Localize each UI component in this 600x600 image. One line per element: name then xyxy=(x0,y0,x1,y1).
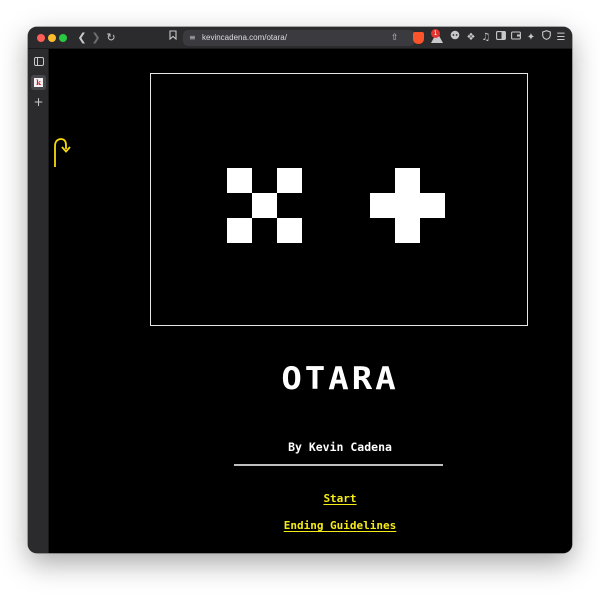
close-window-button[interactable] xyxy=(37,34,45,42)
address-bar[interactable]: ≡ kevincadena.com/otara/ ⇧ xyxy=(183,30,415,46)
favicon-icon: k xyxy=(34,78,43,87)
rewards-badge: 1 xyxy=(431,29,440,38)
browser-toolbar: ❮ ❯ ↻ ≡ kevincadena.com/otara/ ⇧ 1 ❖ ♫ ✦… xyxy=(28,27,572,49)
page-content: OTARA By Kevin Cadena Start Ending Guide… xyxy=(50,49,572,553)
divider xyxy=(234,464,443,466)
tune-icon[interactable]: ≡ xyxy=(189,30,196,46)
page-title: OTARA xyxy=(281,360,399,398)
vertical-tab-sidebar: k + xyxy=(28,49,49,553)
wallet-icon[interactable] xyxy=(509,30,523,46)
ending-guidelines-link[interactable]: Ending Guidelines xyxy=(190,518,490,534)
zoom-window-button[interactable] xyxy=(59,34,67,42)
sidebar-icon[interactable] xyxy=(494,30,508,46)
pixel-plus-icon xyxy=(370,168,445,243)
sparkle-icon[interactable]: ✦ xyxy=(524,30,538,46)
chevron-right-icon[interactable]: ❯ xyxy=(89,30,103,46)
music-icon[interactable]: ♫ xyxy=(479,30,493,46)
game-frame[interactable] xyxy=(150,73,528,326)
sidebar-toggle-icon[interactable] xyxy=(34,57,44,66)
puzzle-icon[interactable]: ❖ xyxy=(464,30,478,46)
pixel-x-icon xyxy=(227,168,302,243)
bookmark-icon[interactable] xyxy=(166,30,180,46)
start-link[interactable]: Start xyxy=(190,491,490,507)
brave-shields-icon[interactable] xyxy=(413,32,424,44)
browser-window: ❮ ❯ ↻ ≡ kevincadena.com/otara/ ⇧ 1 ❖ ♫ ✦… xyxy=(28,27,572,553)
back-arrow-icon[interactable] xyxy=(51,136,71,168)
share-icon[interactable]: ⇧ xyxy=(391,30,399,46)
author-byline: By Kevin Cadena xyxy=(288,440,392,454)
chevron-left-icon[interactable]: ❮ xyxy=(75,30,89,46)
new-tab-plus-icon[interactable]: + xyxy=(33,96,44,108)
minimize-window-button[interactable] xyxy=(48,34,56,42)
ai-chat-icon[interactable] xyxy=(448,30,462,46)
menu-icon[interactable]: ☰ xyxy=(554,30,568,46)
vpn-shield-icon[interactable] xyxy=(539,30,553,46)
reload-icon[interactable]: ↻ xyxy=(104,30,118,46)
url-text[interactable]: kevincadena.com/otara/ xyxy=(202,30,287,46)
tab-kevincadena[interactable]: k xyxy=(31,75,46,90)
